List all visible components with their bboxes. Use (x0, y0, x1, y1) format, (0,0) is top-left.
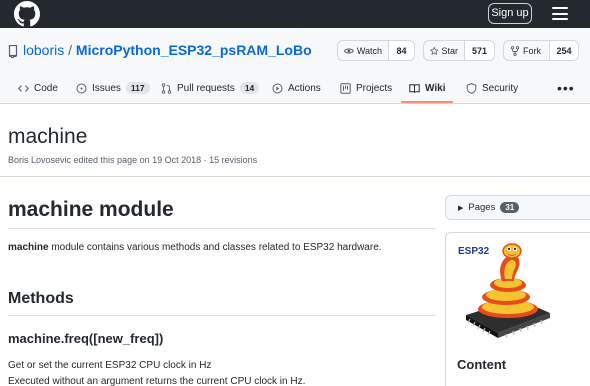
play-icon (272, 83, 283, 93)
methods-divider (8, 315, 436, 316)
repo-name-link[interactable]: MicroPython_ESP32_psRAM_LoBo (76, 42, 312, 58)
tab-pull-requests[interactable]: Pull requests 14 (161, 73, 260, 103)
wiki-page-title: machine (8, 125, 88, 148)
pages-label: Pages (468, 202, 496, 213)
caret-right-icon: ▶ (458, 204, 464, 212)
logo-text: ESP32 (458, 246, 490, 257)
tab-security-label: Security (482, 82, 519, 94)
method-description-2: Executed without an argument returns the… (8, 376, 306, 386)
tab-projects-label: Projects (356, 82, 393, 94)
micropython-esp32-logo: ESP32 (458, 243, 550, 339)
fork-label: Fork (523, 45, 541, 56)
issue-icon (76, 83, 87, 93)
book-icon (409, 83, 420, 93)
pull-requests-counter: 14 (239, 82, 260, 94)
project-icon (340, 82, 351, 94)
pages-counter: 31 (500, 202, 520, 213)
method-description: Get or set the current ESP32 CPU clock i… (8, 360, 212, 371)
global-header: Sign up (0, 0, 590, 28)
repo-breadcrumb: loboris / MicroPython_ESP32_psRAM_LoBo (23, 42, 312, 58)
star-button[interactable]: Star 571 (423, 40, 495, 61)
sidebar-content-heading: Content (457, 357, 507, 372)
fork-count[interactable]: 254 (549, 41, 578, 60)
watch-button[interactable]: Watch 84 (337, 40, 415, 61)
tab-wiki[interactable]: Wiki (400, 73, 455, 103)
title-divider (0, 176, 590, 177)
custom-sidebar: ESP32 Content (445, 232, 590, 386)
fork-button[interactable]: Fork 254 (503, 40, 579, 61)
star-icon (430, 45, 439, 55)
tab-actions[interactable]: Actions (272, 73, 321, 103)
breadcrumb-separator: / (68, 42, 73, 58)
more-tabs-button[interactable]: ••• (557, 80, 575, 96)
fork-icon (510, 45, 520, 56)
repo-header: loboris / MicroPython_ESP32_psRAM_LoBo W… (0, 28, 590, 104)
method-heading: machine.freq([new_freq]) (8, 331, 164, 346)
heading-divider (8, 228, 436, 229)
tab-pull-requests-label: Pull requests (177, 82, 235, 94)
article-heading: machine module (8, 198, 174, 221)
tab-projects[interactable]: Projects (340, 73, 392, 103)
tab-security[interactable]: Security (466, 73, 518, 103)
tab-issues-label: Issues (92, 82, 121, 94)
tab-issues[interactable]: Issues 117 (76, 73, 150, 103)
github-mark-icon[interactable] (14, 1, 40, 27)
watch-label: Watch (356, 45, 382, 56)
eye-icon (344, 48, 354, 53)
tab-actions-label: Actions (288, 82, 321, 94)
repo-owner-link[interactable]: loboris (23, 42, 64, 58)
star-count[interactable]: 571 (464, 41, 494, 60)
tab-code-label: Code (34, 82, 58, 94)
wiki-page-meta: Boris Lovosevic edited this page on 19 O… (8, 155, 258, 165)
star-label: Star (441, 45, 458, 56)
issues-counter: 117 (125, 82, 150, 94)
pages-toggle[interactable]: ▶ Pages 31 (445, 195, 590, 220)
pull-request-icon (161, 82, 172, 94)
code-icon (18, 84, 29, 92)
tab-code[interactable]: Code (18, 73, 58, 103)
tab-wiki-label: Wiki (425, 82, 446, 94)
methods-heading: Methods (8, 290, 74, 307)
watch-count[interactable]: 84 (388, 41, 414, 60)
repo-nav-tabs: Code Issues 117 Pull requests 14 Actions… (0, 73, 590, 103)
repo-icon (8, 45, 18, 58)
hamburger-menu-icon[interactable] (552, 7, 568, 20)
shield-icon (466, 82, 477, 94)
sign-up-button[interactable]: Sign up (488, 3, 532, 24)
intro-bold-term: machine (8, 242, 49, 253)
intro-text: module contains various methods and clas… (48, 242, 382, 253)
article-intro: machine module contains various methods … (8, 242, 382, 253)
